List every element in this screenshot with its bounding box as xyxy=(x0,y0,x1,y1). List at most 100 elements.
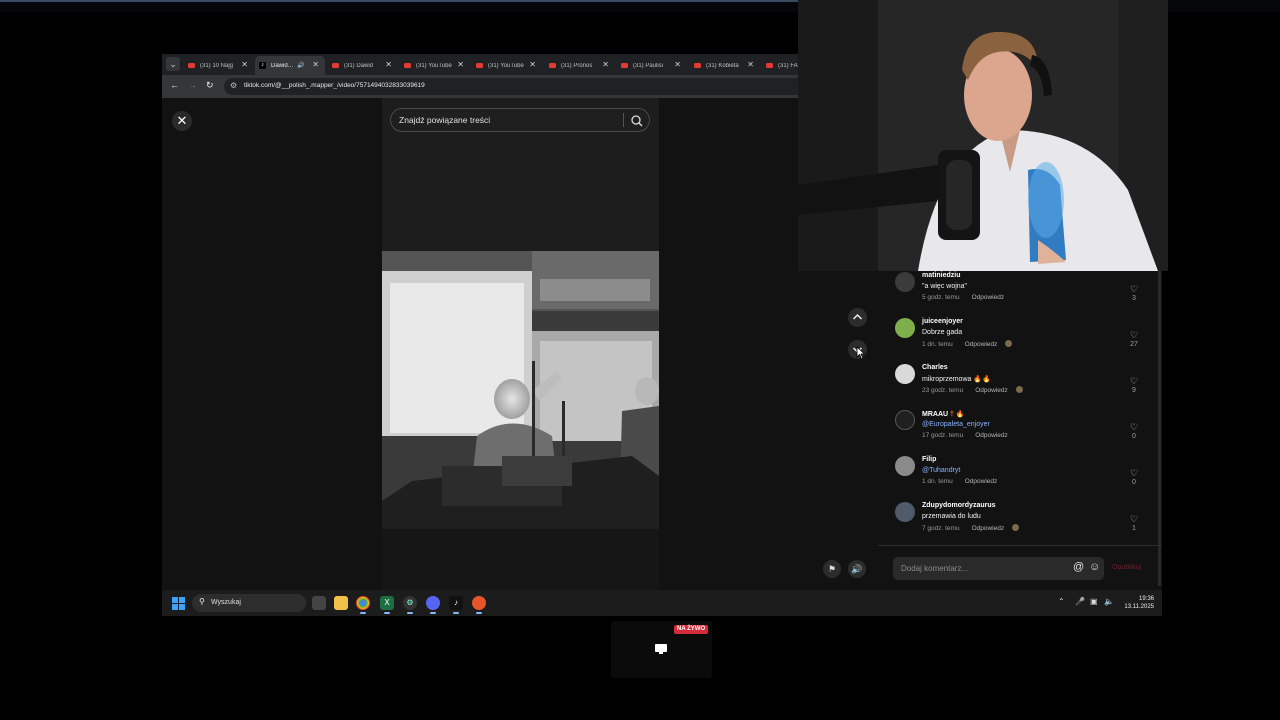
like-count: 3 xyxy=(1132,295,1136,302)
heart-icon: ♡ xyxy=(1129,468,1139,478)
volume-button[interactable]: 🔊 xyxy=(848,560,866,578)
tab-close-icon[interactable]: ✕ xyxy=(674,60,681,69)
search-icon[interactable] xyxy=(629,113,645,129)
video-player[interactable] xyxy=(382,251,659,529)
tab-close-icon[interactable]: ✕ xyxy=(602,60,609,69)
comment-meta: 1 dn. temu Odpowiedz xyxy=(922,340,1013,348)
username-text: MRAAU xyxy=(922,411,949,418)
network-icon[interactable]: ▣ xyxy=(1090,597,1098,606)
post-comment-button[interactable]: Opublikuj xyxy=(1112,564,1141,571)
close-icon[interactable]: ✕ xyxy=(172,111,192,131)
tiktok-app-icon[interactable]: ♪ xyxy=(449,596,463,614)
comment-time: 1 dn. temu xyxy=(922,341,953,348)
reply-button[interactable]: Odpowiedz xyxy=(972,294,1005,301)
comment-placeholder: Dodaj komentarz... xyxy=(901,564,969,573)
youtube-icon xyxy=(476,63,483,68)
clock-time: 19:36 xyxy=(1138,596,1154,602)
like-count: 0 xyxy=(1132,479,1136,486)
tab-6[interactable]: (31) Pronos ✕ xyxy=(545,56,615,75)
tab-7[interactable]: (31) Paulisi ✕ xyxy=(617,56,687,75)
obs-icon[interactable] xyxy=(472,596,486,614)
tab-4[interactable]: (31) YouTube ✕ xyxy=(400,56,470,75)
like-button[interactable]: ♡ 9 xyxy=(1129,376,1139,394)
comment-mention[interactable]: @Tuhandryt xyxy=(922,467,960,474)
tab-title: (31) FA xyxy=(778,62,798,69)
reply-button[interactable]: Odpowiedz xyxy=(965,341,998,348)
reply-button[interactable]: Odpowiedz xyxy=(975,432,1008,439)
tab-close-icon[interactable]: ✕ xyxy=(312,60,319,69)
comment-item: MRAAU † 🔥 @Europaleta_enjoyer 17 godz. t… xyxy=(892,408,1162,452)
comment-list: matiniedziu "a więc wojna" 5 godz. temu O… xyxy=(892,270,1162,590)
like-button[interactable]: ♡ 3 xyxy=(1129,284,1139,302)
tab-title: Dawid… xyxy=(271,62,294,69)
comment-mention[interactable]: @Europaleta_enjoyer xyxy=(922,421,990,428)
taskbar-clock[interactable]: 19:36 13.11.2025 xyxy=(1122,595,1154,611)
windows-start-icon[interactable] xyxy=(172,597,185,610)
url-field[interactable]: ⚙ tiktok.com/@__polish_.mapper_/video/75… xyxy=(224,78,864,95)
audio-playing-icon[interactable]: 🔊 xyxy=(297,62,304,69)
tab-close-icon[interactable]: ✕ xyxy=(529,60,536,69)
related-search-input[interactable]: Znajdź powiązane treści xyxy=(390,108,650,132)
forward-arrow-icon[interactable]: → xyxy=(188,80,197,90)
comment-username[interactable]: matiniedziu xyxy=(922,272,961,279)
webcam-overlay xyxy=(798,0,1168,271)
like-button[interactable]: ♡ 1 xyxy=(1129,514,1139,532)
tab-3[interactable]: (31) Dawid ✕ xyxy=(328,56,398,75)
tab-search-dropdown-icon[interactable]: ⌄ xyxy=(166,57,180,71)
comments-scrollbar[interactable] xyxy=(1158,270,1161,586)
microphone-icon[interactable]: 🎤 xyxy=(1075,597,1085,606)
like-button[interactable]: ♡ 0 xyxy=(1129,422,1139,440)
tab-8[interactable]: (31) Kobieta ✕ xyxy=(690,56,760,75)
site-info-icon[interactable]: ⚙ xyxy=(230,81,237,90)
tray-chevron-up-icon[interactable]: ⌃ xyxy=(1058,597,1065,606)
tab-close-icon[interactable]: ✕ xyxy=(385,60,392,69)
like-button[interactable]: ♡ 27 xyxy=(1129,330,1139,348)
tab-close-icon[interactable]: ✕ xyxy=(241,60,248,69)
task-view-icon[interactable] xyxy=(312,596,326,610)
tab-2-active[interactable]: ♪ Dawid… 🔊 ✕ xyxy=(255,56,325,75)
speaker-icon[interactable]: 🔈 xyxy=(1104,597,1114,606)
previous-video-button[interactable] xyxy=(848,308,867,327)
avatar[interactable] xyxy=(895,410,915,430)
avatar[interactable] xyxy=(895,272,915,292)
windows-taskbar: ⚲ Wyszukaj X ⚙ ♪ ⌃ 🎤 ▣ 🔈 19:36 13.11.2025 xyxy=(162,590,1162,616)
comment-input[interactable]: Dodaj komentarz... @ ☺ xyxy=(893,557,1104,580)
like-count: 1 xyxy=(1132,525,1136,532)
app-icon[interactable]: ⚙ xyxy=(403,596,417,614)
tab-close-icon[interactable]: ✕ xyxy=(747,60,754,69)
comment-text-body: mikroprzemowa xyxy=(922,376,972,383)
taskbar-search[interactable]: ⚲ Wyszukaj xyxy=(192,594,306,612)
tab-9[interactable]: (31) FA xyxy=(762,56,802,75)
back-arrow-icon[interactable]: ← xyxy=(170,80,179,90)
avatar[interactable] xyxy=(895,364,915,384)
report-button[interactable]: ⚑ xyxy=(823,560,841,578)
comment-meta: 23 godz. temu Odpowiedz xyxy=(922,386,1023,394)
comment-username[interactable]: MRAAU † 🔥 xyxy=(922,410,965,418)
comment-time: 1 dn. temu xyxy=(922,478,953,485)
like-button[interactable]: ♡ 0 xyxy=(1129,468,1139,486)
comment-username[interactable]: juiceenjoyer xyxy=(922,318,963,325)
mention-icon[interactable]: @ xyxy=(1073,561,1084,573)
emoji-icon[interactable]: ☺ xyxy=(1089,561,1100,573)
excel-icon[interactable]: X xyxy=(380,596,394,614)
reply-button[interactable]: Odpowiedz xyxy=(975,387,1008,394)
discord-icon[interactable] xyxy=(426,596,440,614)
reply-button[interactable]: Odpowiedz xyxy=(972,525,1005,532)
avatar[interactable] xyxy=(895,318,915,338)
reload-icon[interactable]: ↻ xyxy=(206,80,214,91)
creator-liked-icon xyxy=(1012,524,1020,531)
chrome-icon[interactable] xyxy=(356,596,370,614)
comment-username[interactable]: Zdupydomordyzaurus xyxy=(922,502,996,509)
avatar[interactable] xyxy=(895,456,915,476)
comment-username[interactable]: Charles xyxy=(922,364,948,371)
tab-close-icon[interactable]: ✕ xyxy=(457,60,464,69)
youtube-icon xyxy=(332,63,339,68)
file-explorer-icon[interactable] xyxy=(334,596,348,610)
url-text: tiktok.com/@__polish_.mapper_/video/7571… xyxy=(244,82,425,89)
comment-time: 5 godz. temu xyxy=(922,294,960,301)
tab-5[interactable]: (31) YouTube ✕ xyxy=(472,56,542,75)
tab-1[interactable]: (31) 10 Najg ✕ xyxy=(184,56,254,75)
avatar[interactable] xyxy=(895,502,915,522)
reply-button[interactable]: Odpowiedz xyxy=(965,478,998,485)
comment-username[interactable]: Filip xyxy=(922,456,936,463)
